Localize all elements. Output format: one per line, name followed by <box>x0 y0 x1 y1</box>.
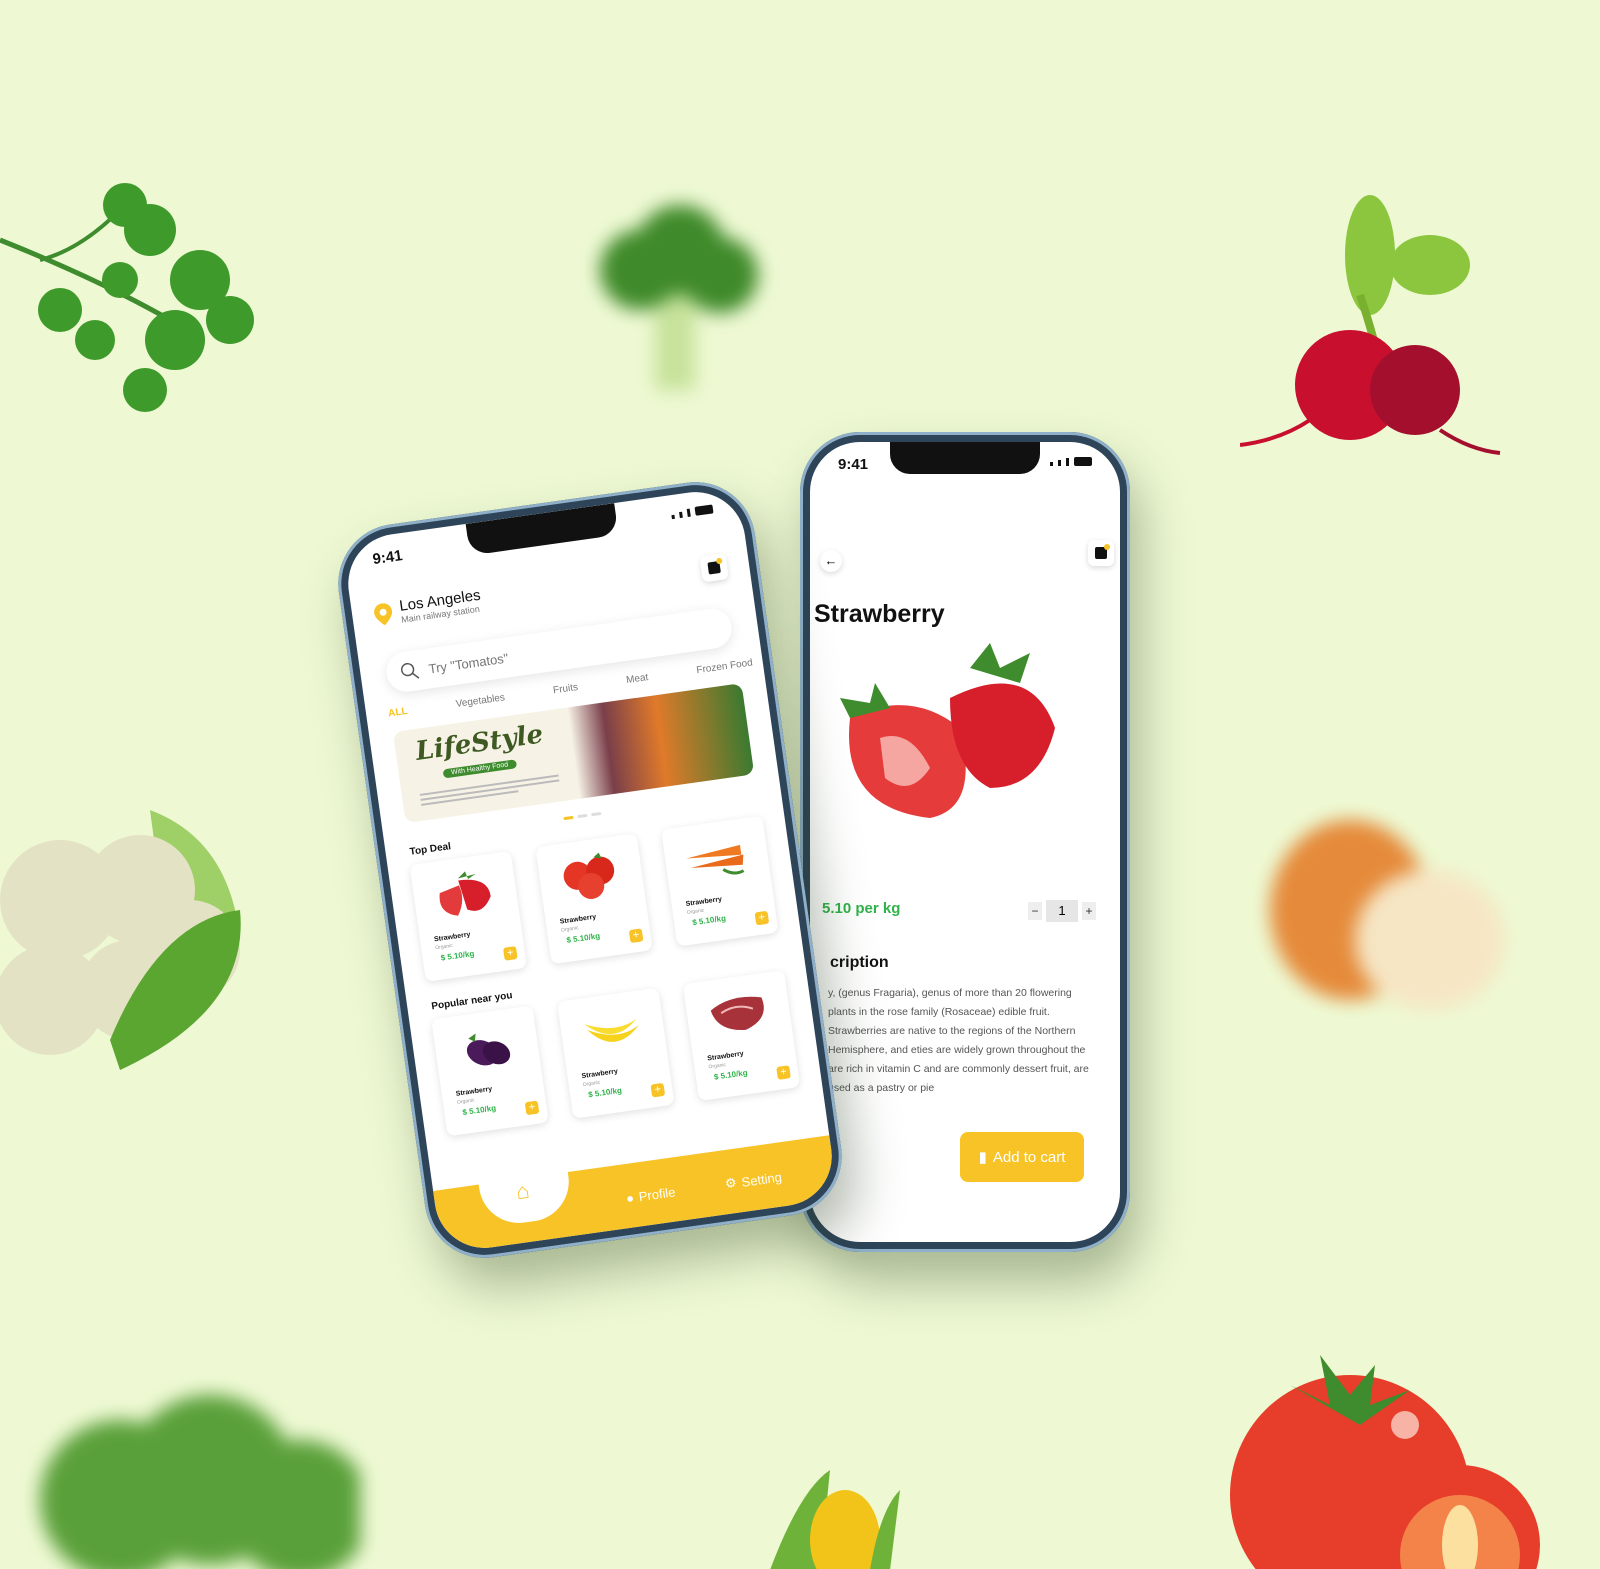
quantity-stepper: − 1 + <box>1028 900 1096 922</box>
product-tag: Organic <box>560 925 579 934</box>
nav-profile-label: Profile <box>637 1184 677 1205</box>
banner-text-lines <box>419 771 560 808</box>
product-card[interactable]: Strawberry Organic $ 5.10/kg + <box>682 970 801 1102</box>
tab-fruits[interactable]: Fruits <box>552 682 578 696</box>
product-name: Strawberry <box>581 1068 619 1081</box>
product-card[interactable]: Strawberry Organic $ 5.10/kg + <box>557 987 675 1119</box>
product-name: Strawberry <box>685 895 723 908</box>
add-to-cart-button[interactable]: ▮ Add to cart <box>960 1132 1084 1182</box>
battery-icon <box>694 504 714 516</box>
add-button[interactable]: + <box>628 928 644 944</box>
decrement-button[interactable]: − <box>1028 902 1042 920</box>
tab-vegetables[interactable]: Vegetables <box>455 692 506 710</box>
add-button[interactable]: + <box>776 1065 791 1080</box>
tomato-image <box>563 852 615 899</box>
carrot-image <box>686 844 745 875</box>
banana-image <box>584 1019 640 1042</box>
add-button[interactable]: + <box>524 1100 540 1116</box>
phone-detail: 9:41 ← Strawberry 5.10 per kg − 1 + crip… <box>800 432 1130 1252</box>
signal-icon <box>1050 462 1053 466</box>
tomato-decoration <box>1230 1355 1540 1569</box>
location-pin-icon <box>374 602 392 625</box>
notch <box>890 442 1040 474</box>
strawberry-image <box>439 871 491 916</box>
add-to-cart-label: Add to cart <box>992 1148 1066 1166</box>
search-icon <box>400 662 420 679</box>
signal-icon <box>671 514 675 520</box>
product-price: $ 5.10/kg <box>440 948 475 963</box>
add-button[interactable]: + <box>754 910 770 926</box>
nav-home-button[interactable]: ⌂ <box>477 1166 574 1229</box>
detail-screen: 9:41 ← Strawberry 5.10 per kg − 1 + crip… <box>810 442 1120 1242</box>
product-tag: Organic <box>434 942 454 952</box>
product-tag: Organic <box>686 907 705 916</box>
nav-setting[interactable]: ⚙ Setting <box>724 1168 783 1192</box>
quantity-value[interactable]: 1 <box>1046 900 1078 922</box>
product-tag: Organic <box>456 1097 475 1106</box>
tab-meat[interactable]: Meat <box>625 672 649 686</box>
product-price: $ 5.10/kg <box>713 1068 749 1082</box>
cart-button[interactable] <box>1088 540 1114 566</box>
description-title: cription <box>830 954 889 971</box>
product-name: Strawberry <box>455 1085 493 1098</box>
tab-frozen-food[interactable]: Frozen Food <box>696 657 754 676</box>
product-card[interactable]: Strawberry Organic $ 5.10/kg + <box>661 815 779 947</box>
product-price: $ 5.10/kg <box>565 931 601 945</box>
increment-button[interactable]: + <box>1082 902 1096 920</box>
product-title: Strawberry <box>814 600 945 628</box>
onion-decoration <box>1270 820 1505 1010</box>
banner-title: LifeStyle <box>413 719 545 767</box>
nav-profile[interactable]: ● Profile <box>625 1184 676 1206</box>
product-price: 5.10 per kg <box>822 900 901 917</box>
corn-decoration <box>770 1470 900 1569</box>
broccoli-decoration <box>600 205 758 390</box>
cart-button[interactable] <box>699 552 729 582</box>
phone-home: 9:41 Los Angeles Main railway station Tr… <box>330 474 850 1266</box>
shopping-bag-icon <box>1095 544 1110 559</box>
product-price: $ 5.10/kg <box>461 1103 497 1118</box>
parsley-decoration <box>0 183 254 412</box>
product-tag: Organic <box>708 1062 727 1071</box>
user-icon: ● <box>625 1190 635 1207</box>
strawberry-image <box>840 643 1055 818</box>
cauliflower-decoration <box>0 810 241 1070</box>
product-name: Strawberry <box>433 931 471 944</box>
battery-icon <box>1074 457 1092 466</box>
add-button[interactable]: + <box>650 1082 666 1098</box>
product-price: $ 5.10/kg <box>587 1085 623 1100</box>
home-icon: ⌂ <box>514 1177 531 1205</box>
shopping-bag-icon: ▮ <box>978 1149 987 1166</box>
bottom-navigation: ⌂ ● Profile ⚙ Setting <box>433 1135 839 1255</box>
product-price: $ 5.10/kg <box>691 913 727 928</box>
lettuce-decoration <box>40 1395 360 1569</box>
add-button[interactable]: + <box>502 946 518 961</box>
product-card[interactable]: Strawberry Organic $ 5.10/kg + <box>535 833 653 965</box>
top-deal-list: Strawberry Organic $ 5.10/kg + Strawberr… <box>409 815 779 982</box>
eggplant-image <box>466 1033 511 1066</box>
shopping-bag-icon <box>707 557 723 575</box>
gear-icon: ⚙ <box>723 1174 738 1192</box>
arrow-left-icon: ← <box>824 553 838 568</box>
product-card[interactable]: Strawberry Organic $ 5.10/kg + <box>409 850 527 982</box>
product-name: Strawberry <box>706 1050 745 1063</box>
status-icons <box>671 504 714 520</box>
product-name: Strawberry <box>559 913 597 926</box>
radish-decoration <box>1240 195 1501 455</box>
product-tag: Organic <box>582 1079 601 1089</box>
status-time: 9:41 <box>838 456 869 473</box>
back-button[interactable]: ← <box>820 550 842 572</box>
home-screen: 9:41 Los Angeles Main railway station Tr… <box>341 485 839 1255</box>
notch <box>465 503 619 556</box>
meat-image <box>710 996 764 1030</box>
description-text: y, (genus Fragaria), genus of more than … <box>828 987 1089 1094</box>
status-icons <box>1050 457 1092 466</box>
product-card[interactable]: Strawberry Organic $ 5.10/kg + <box>431 1005 549 1137</box>
banner-tagline: With Healthy Food <box>442 759 517 779</box>
status-time: 9:41 <box>371 547 404 569</box>
nav-setting-label: Setting <box>740 1168 783 1190</box>
tab-all[interactable]: ALL <box>388 706 409 720</box>
